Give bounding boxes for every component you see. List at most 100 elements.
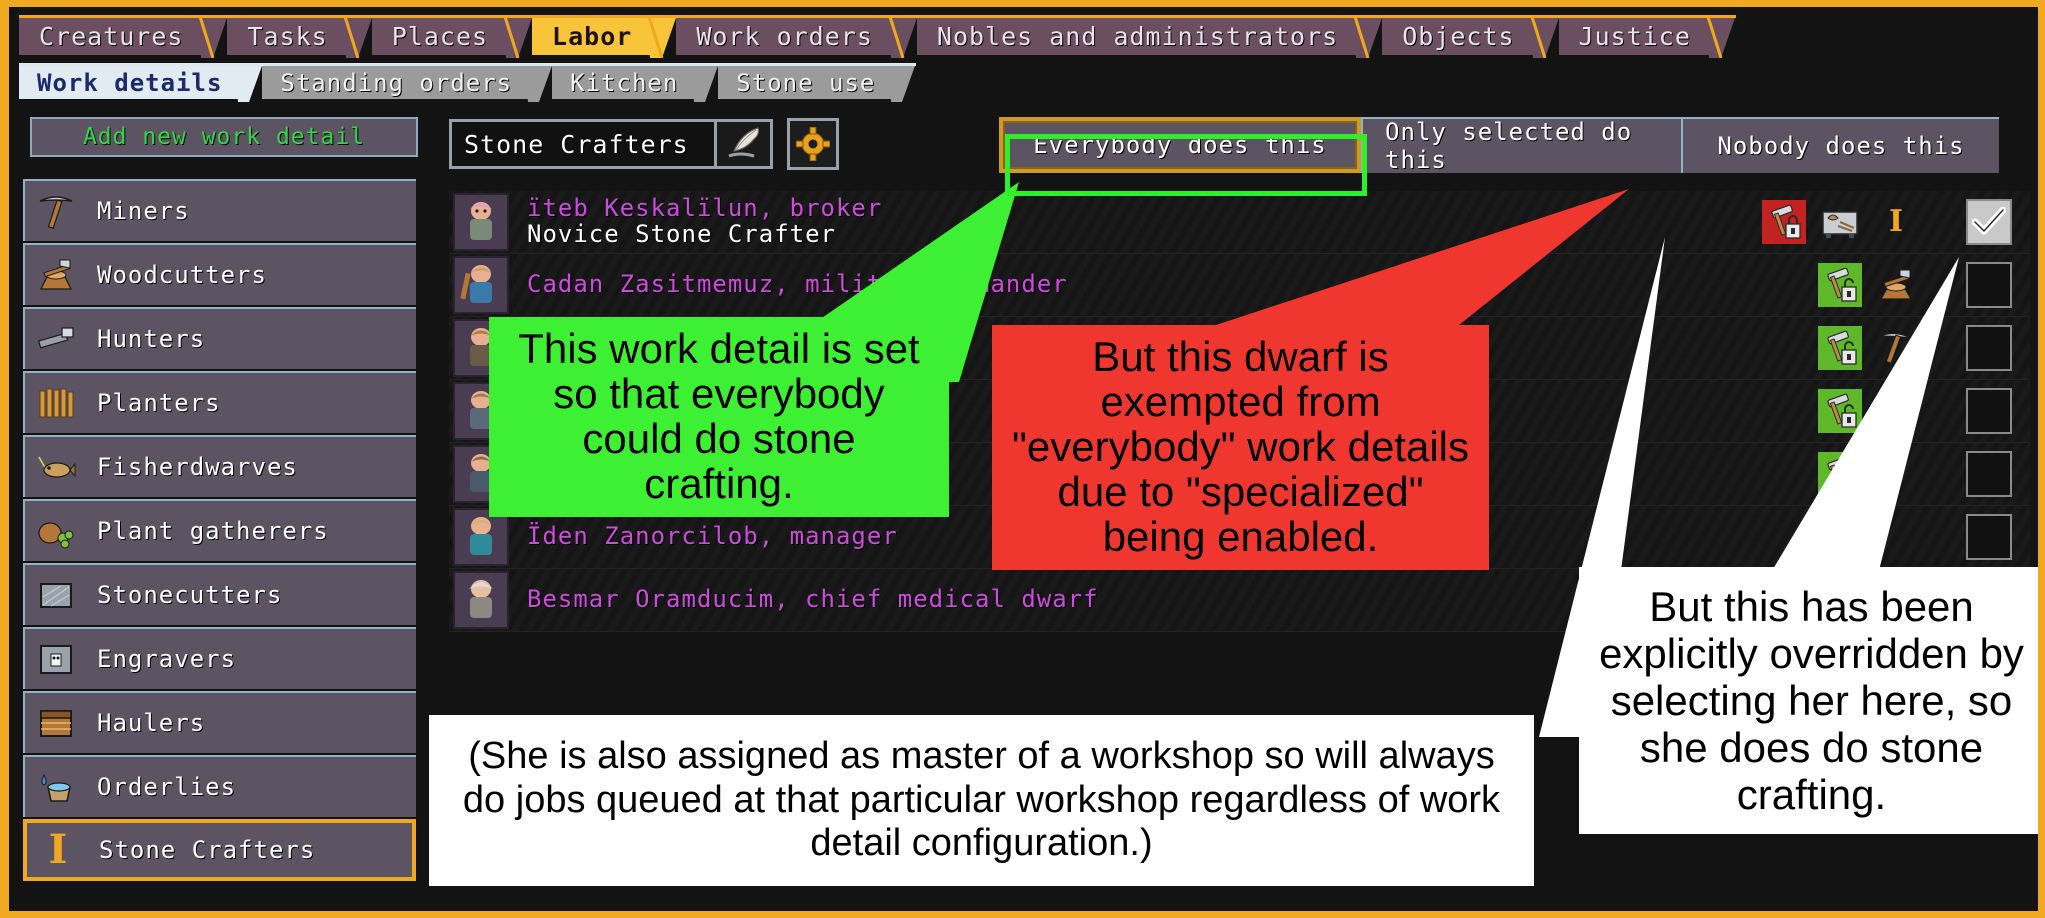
annotation-text: But this has been explicitly overridden … xyxy=(1599,583,2024,819)
sidebar-item-fisherdwarves[interactable]: Fisherdwarves xyxy=(23,435,416,497)
tab-notch xyxy=(503,15,534,58)
mode-label: Nobody does this xyxy=(1717,132,1965,160)
tab-tasks[interactable]: Tasks xyxy=(227,15,373,58)
hammer-locked-red-icon[interactable] xyxy=(1762,200,1806,244)
sidebar-item-stonecutters[interactable]: Stonecutters xyxy=(23,563,416,625)
sidebar-item-miners[interactable]: Miners xyxy=(23,179,416,241)
assign-checkbox-cell xyxy=(1944,199,2030,245)
tab-work-orders[interactable]: Work orders xyxy=(676,15,918,58)
tab-notch xyxy=(1705,15,1736,58)
tab-notch xyxy=(1353,15,1384,58)
sidebar-item-orderlies[interactable]: Orderlies xyxy=(23,755,416,817)
wheat-icon xyxy=(33,380,79,426)
sidebar-item-stone-crafters[interactable]: I Stone Crafters xyxy=(23,819,416,881)
pickaxe-icon xyxy=(33,188,79,234)
sidebar-item-haulers[interactable]: Haulers xyxy=(23,691,416,753)
assign-checkbox[interactable] xyxy=(1966,325,2012,371)
sidebar-item-label: Fisherdwarves xyxy=(97,453,298,481)
add-button-label: Add new work detail xyxy=(82,124,366,150)
tab-label: Nobles and administrators xyxy=(936,22,1339,51)
tab-justice[interactable]: Justice xyxy=(1558,15,1736,58)
tab-objects[interactable]: Objects xyxy=(1382,15,1560,58)
work-detail-settings-button[interactable] xyxy=(787,118,839,170)
annotation-text: But this dwarf is exempted from "everybo… xyxy=(1011,333,1470,560)
rename-quill-button[interactable] xyxy=(717,119,773,169)
annotation-green-note: This work detail is set so that everybod… xyxy=(489,317,949,517)
craftsdwarf-workshop-icon[interactable] xyxy=(1818,200,1862,244)
avatar xyxy=(453,571,509,629)
sidebar-item-plant-gatherers[interactable]: Plant gatherers xyxy=(23,499,416,561)
annotation-text: This work detail is set so that everybod… xyxy=(518,325,920,507)
secondary-tab-bar: Work details Standing orders Kitchen Sto… xyxy=(19,63,917,102)
annotation-red-note: But this dwarf is exempted from "everybo… xyxy=(992,325,1489,570)
tab-notch xyxy=(525,63,554,102)
tab-label: Objects xyxy=(1402,22,1515,51)
pillar-icon: I xyxy=(48,826,68,873)
stone-pillar-icon[interactable]: I xyxy=(1874,200,1918,244)
add-new-work-detail-button[interactable]: Add new work detail xyxy=(30,117,418,157)
tab-label: Labor xyxy=(552,22,633,51)
tab-work-details[interactable]: Work details xyxy=(19,63,264,102)
tab-nobles-and-administrators[interactable]: Nobles and administrators xyxy=(916,15,1384,58)
mode-only-selected-do-this[interactable]: Only selected do this xyxy=(1361,117,1681,174)
work-detail-sidebar: Add new work detail Miners Woodcutters H… xyxy=(23,117,423,903)
annotation-white-note-bottom: (She is also assigned as master of a wor… xyxy=(429,715,1534,887)
engraving-icon xyxy=(33,636,79,682)
mode-label: Everybody does this xyxy=(1033,131,1327,159)
game-window: Creatures Tasks Places Labor Work orders… xyxy=(0,0,2045,918)
assign-checkbox[interactable] xyxy=(1966,199,2012,245)
sidebar-item-label: Hunters xyxy=(97,325,206,353)
water-bucket-icon xyxy=(33,764,79,810)
sidebar-item-label: Plant gatherers xyxy=(97,517,329,545)
sidebar-item-hunters[interactable]: Hunters xyxy=(23,307,416,369)
tab-notch xyxy=(198,15,229,58)
gear-icon xyxy=(796,127,830,161)
mode-label: Only selected do this xyxy=(1385,118,1633,174)
sidebar-item-label: Planters xyxy=(97,389,221,417)
tab-stone-use[interactable]: Stone use xyxy=(718,63,917,102)
tab-kitchen[interactable]: Kitchen xyxy=(552,63,720,102)
mode-nobody-does-this[interactable]: Nobody does this xyxy=(1681,117,1999,173)
tab-creatures[interactable]: Creatures xyxy=(19,15,229,58)
sidebar-item-label: Stonecutters xyxy=(97,581,283,609)
tab-notch xyxy=(235,63,264,102)
sidebar-item-planters[interactable]: Planters xyxy=(23,371,416,433)
assign-checkbox[interactable] xyxy=(1966,388,2012,434)
tab-label: Tasks xyxy=(247,22,328,51)
tab-label: Places xyxy=(391,22,489,51)
tab-standing-orders[interactable]: Standing orders xyxy=(262,63,554,102)
quill-pen-icon xyxy=(727,127,759,158)
tab-label: Work details xyxy=(37,68,223,97)
tab-notch xyxy=(887,15,918,58)
sidebar-item-engravers[interactable]: Engravers xyxy=(23,627,416,689)
sidebar-item-label: Engravers xyxy=(97,645,237,673)
tab-label: Work orders xyxy=(696,22,873,51)
work-detail-list: Miners Woodcutters Hunters Planters Fish… xyxy=(23,179,423,881)
primary-tab-bar: Creatures Tasks Places Labor Work orders… xyxy=(19,15,1736,58)
axe-stump-icon xyxy=(33,252,79,298)
stone-block-icon xyxy=(33,572,79,618)
assign-checkbox[interactable] xyxy=(1966,514,2012,560)
annotation-white-note-right: But this has been explicitly overridden … xyxy=(1579,567,2038,835)
tab-notch xyxy=(647,15,678,58)
sidebar-item-label: Haulers xyxy=(97,709,206,737)
sidebar-item-label: Miners xyxy=(97,197,190,225)
tab-notch xyxy=(888,63,917,102)
work-detail-name-input[interactable]: Stone Crafters xyxy=(449,119,717,169)
tab-labor[interactable]: Labor xyxy=(532,15,678,58)
sidebar-item-label: Woodcutters xyxy=(97,261,267,289)
tab-label: Kitchen xyxy=(570,68,679,97)
tab-label: Stone use xyxy=(736,68,876,97)
tab-places[interactable]: Places xyxy=(371,15,534,58)
assign-checkbox[interactable] xyxy=(1966,451,2012,497)
dwarf-row-icons: I xyxy=(1762,200,1918,244)
tab-label: Standing orders xyxy=(280,68,513,97)
assignment-mode-buttons: Everybody does this Only selected do thi… xyxy=(999,117,1999,174)
sidebar-item-woodcutters[interactable]: Woodcutters xyxy=(23,243,416,305)
assign-checkbox[interactable] xyxy=(1966,262,2012,308)
wooden-chest-icon xyxy=(33,700,79,746)
fish-rod-icon xyxy=(33,444,79,490)
crossbow-icon xyxy=(33,316,79,362)
mode-everybody-does-this[interactable]: Everybody does this xyxy=(999,117,1361,173)
annotation-text: (She is also assigned as master of a wor… xyxy=(462,735,1501,865)
